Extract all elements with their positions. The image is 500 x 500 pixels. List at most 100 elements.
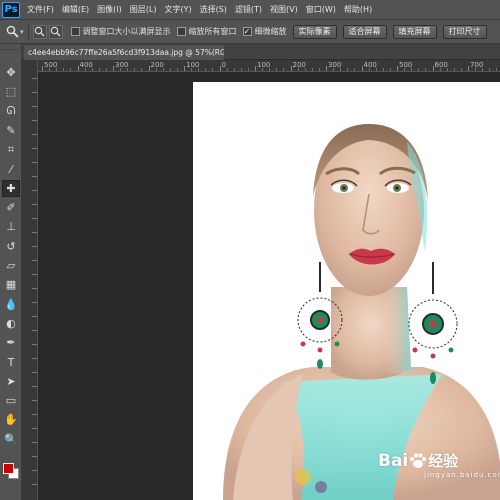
eraser-tool-icon[interactable]: ▱ xyxy=(2,257,20,274)
ruler-major-tick xyxy=(77,66,79,71)
ruler-minor-tick xyxy=(32,414,37,415)
ruler-minor-tick xyxy=(32,120,37,121)
zoom-tool-preset-icon[interactable] xyxy=(4,24,20,40)
scrubby-zoom-checkbox[interactable]: ✓ xyxy=(242,27,252,36)
menu-view[interactable]: 视图(V) xyxy=(266,4,302,15)
marquee-tool-icon[interactable]: ⬚ xyxy=(2,83,20,100)
ruler-minor-tick xyxy=(354,68,356,71)
menu-layer[interactable]: 图层(L) xyxy=(126,4,161,15)
pen-tool-icon[interactable]: ✒ xyxy=(2,334,20,351)
ruler-minor-tick xyxy=(32,232,37,233)
dodge-tool-icon[interactable]: ◐ xyxy=(2,315,20,332)
type-tool-icon[interactable]: T xyxy=(2,354,20,371)
ruler-minor-tick xyxy=(425,68,427,71)
ruler-minor-tick xyxy=(460,68,462,71)
foreground-color-swatch[interactable] xyxy=(3,463,14,474)
ruler-minor-tick xyxy=(198,68,200,71)
ruler-major-tick xyxy=(361,66,363,71)
ruler-minor-tick xyxy=(32,302,37,303)
ruler-minor-tick xyxy=(32,260,37,261)
menu-file[interactable]: 文件(F) xyxy=(23,4,58,15)
ruler-minor-tick xyxy=(56,68,58,71)
ruler-minor-tick xyxy=(32,106,37,107)
menu-type[interactable]: 文字(Y) xyxy=(160,4,195,15)
ruler-major-tick xyxy=(113,66,114,71)
fit-screen-button[interactable]: 适合屏幕 xyxy=(342,24,387,39)
zoom-in-button[interactable] xyxy=(32,24,47,39)
chevron-down-icon[interactable]: ▾ xyxy=(20,28,24,36)
ruler-minor-tick xyxy=(127,68,129,71)
ruler-minor-tick xyxy=(404,68,406,71)
print-size-button[interactable]: 打印尺寸 xyxy=(442,24,487,39)
brush-tool-icon[interactable]: ✐ xyxy=(2,199,20,216)
zoom-all-windows-checkbox[interactable] xyxy=(176,27,186,36)
move-tool-icon[interactable]: ✥ xyxy=(2,64,20,81)
menu-window[interactable]: 窗口(W) xyxy=(302,4,340,15)
ruler-minor-tick xyxy=(247,68,249,71)
shape-tool-icon[interactable]: ▭ xyxy=(2,392,20,409)
quick-select-tool-icon[interactable]: ✎ xyxy=(2,122,20,139)
menu-help[interactable]: 帮助(H) xyxy=(340,4,376,15)
ruler-minor-tick xyxy=(32,92,37,93)
fill-screen-button[interactable]: 填充屏幕 xyxy=(392,24,437,39)
ruler-minor-tick xyxy=(176,68,178,71)
document-image[interactable] xyxy=(193,82,500,500)
divider xyxy=(27,24,29,39)
ruler-minor-tick xyxy=(32,484,37,485)
ruler-minor-tick xyxy=(32,148,37,149)
ruler-minor-tick xyxy=(233,68,235,71)
path-select-tool-icon[interactable]: ➤ xyxy=(2,373,20,390)
gradient-tool-icon[interactable]: ▦ xyxy=(2,276,20,293)
menu-image[interactable]: 图像(I) xyxy=(93,4,126,15)
ruler-major-tick xyxy=(397,66,398,71)
ruler-minor-tick xyxy=(262,68,264,71)
ruler-minor-tick xyxy=(191,68,193,71)
ruler-minor-tick xyxy=(297,68,299,71)
toolbox-grip[interactable] xyxy=(0,44,21,50)
history-brush-tool-icon[interactable]: ↺ xyxy=(2,238,20,255)
ruler-minor-tick xyxy=(32,442,37,443)
ruler-major-tick xyxy=(326,66,327,71)
zoom-out-button[interactable] xyxy=(48,24,63,39)
crop-tool-icon[interactable]: ⌗ xyxy=(2,141,20,158)
ruler-minor-tick xyxy=(32,162,37,163)
menu-select[interactable]: 选择(S) xyxy=(196,4,231,15)
ruler-minor-tick xyxy=(70,68,72,71)
eyedropper-tool-icon[interactable]: ⁄ xyxy=(2,161,20,178)
ruler-major-tick xyxy=(468,66,469,71)
ruler-minor-tick xyxy=(333,68,335,71)
blur-tool-icon[interactable]: 💧 xyxy=(2,296,20,313)
ruler-major-tick xyxy=(42,66,43,71)
ruler-minor-tick xyxy=(212,68,214,71)
ruler-minor-tick xyxy=(63,68,65,71)
actual-pixels-button[interactable]: 实际像素 xyxy=(292,24,337,39)
options-bar: ▾ 调整窗口大小以满屏显示 缩放所有窗口 ✓ 细微缩放 实际像素 适合屏幕 填充… xyxy=(0,20,500,44)
ruler-minor-tick xyxy=(32,400,37,401)
ruler-minor-tick xyxy=(49,68,51,71)
menu-edit[interactable]: 编辑(E) xyxy=(58,4,93,15)
ruler-minor-tick xyxy=(32,372,37,373)
document-tab[interactable]: c4ee4ebb96c77ffe26a5f6cd3f913daa.jpg @ 5… xyxy=(24,45,224,60)
ruler-minor-tick xyxy=(32,176,37,177)
lasso-tool-icon[interactable]: ᘏ xyxy=(2,103,20,120)
resize-windows-checkbox[interactable] xyxy=(70,27,80,36)
zoom-tool-icon[interactable]: 🔍 xyxy=(2,431,20,448)
ruler-minor-tick xyxy=(32,246,37,247)
vertical-ruler[interactable] xyxy=(22,60,38,500)
horizontal-ruler[interactable]: 500 400 300 200 100 0 100 200 300 400 500 600 700 xyxy=(38,60,500,72)
ruler-minor-tick xyxy=(318,68,320,71)
zoom-all-windows-label: 缩放所有窗口 xyxy=(188,27,237,36)
ruler-minor-tick xyxy=(439,68,441,71)
ruler-minor-tick xyxy=(32,134,37,135)
ruler-minor-tick xyxy=(32,288,37,289)
clone-stamp-tool-icon[interactable]: ⊥ xyxy=(2,218,20,235)
healing-brush-tool-icon[interactable]: ✚ xyxy=(2,179,20,197)
menu-bar: Ps 文件(F) 编辑(E) 图像(I) 图层(L) 文字(Y) 选择(S) 滤… xyxy=(0,0,500,20)
menu-filter[interactable]: 滤镜(T) xyxy=(231,4,266,15)
ruler-minor-tick xyxy=(418,68,420,71)
paw-icon xyxy=(410,453,427,468)
hand-tool-icon[interactable]: ✋ xyxy=(2,411,20,428)
ruler-major-tick xyxy=(219,66,221,71)
ruler-minor-tick xyxy=(134,68,136,71)
ruler-minor-tick xyxy=(32,316,37,317)
